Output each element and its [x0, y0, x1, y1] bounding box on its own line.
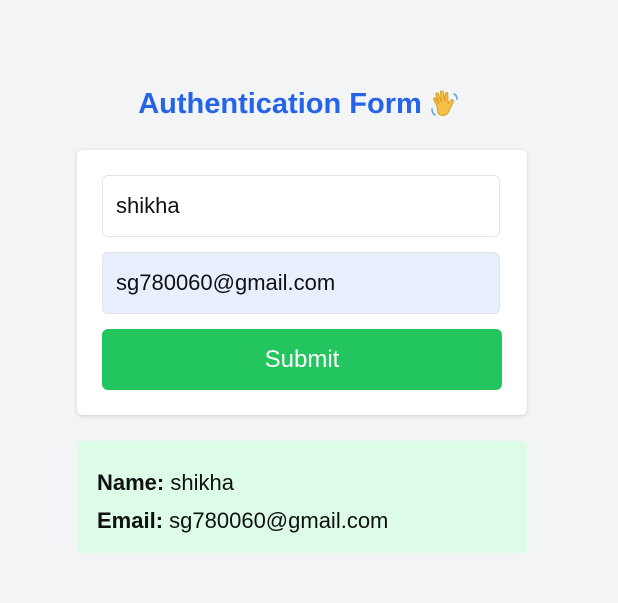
page: Authentication Form Submit Name: shikha … — [0, 0, 618, 603]
result-name-label: Name: — [97, 470, 165, 495]
result-email-label: Email: — [97, 508, 164, 533]
result-email-value: sg780060@gmail.com — [169, 508, 389, 533]
name-field[interactable] — [102, 175, 500, 237]
page-title: Authentication Form — [138, 88, 422, 120]
auth-form-card: Submit — [77, 150, 527, 415]
title-row: Authentication Form — [0, 86, 600, 122]
result-panel: Name: shikha Email: sg780060@gmail.com — [77, 441, 527, 553]
result-name-value: shikha — [170, 470, 234, 495]
submit-button[interactable]: Submit — [102, 329, 502, 390]
result-email-line: Email: sg780060@gmail.com — [97, 502, 507, 540]
email-field[interactable] — [102, 252, 500, 314]
waving-hand-icon — [428, 87, 462, 121]
result-name-line: Name: shikha — [97, 464, 507, 502]
